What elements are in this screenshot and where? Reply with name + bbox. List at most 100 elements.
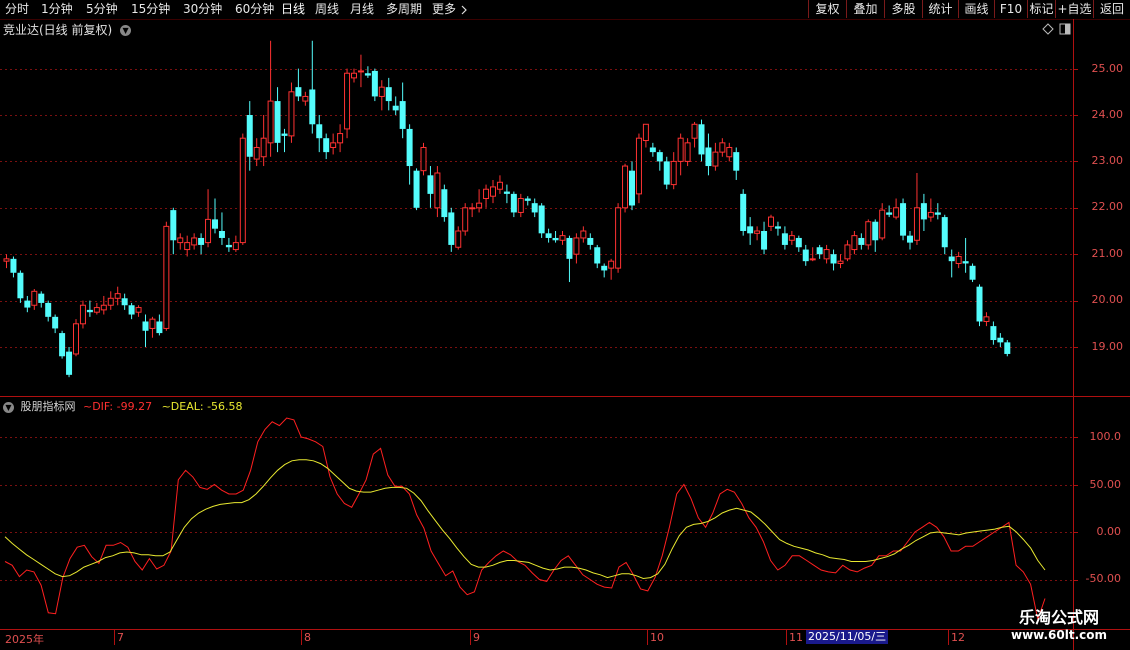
- candle-body-down: [705, 147, 712, 167]
- candle-body-down: [830, 254, 837, 264]
- candle-body-up: [517, 198, 524, 213]
- candle-body-down: [59, 333, 66, 357]
- deal-value: ~DEAL: -56.58: [161, 400, 243, 413]
- candle-body-up: [559, 235, 566, 241]
- indicator-tick: 50.00: [1089, 478, 1122, 491]
- chart-canvas[interactable]: [0, 0, 1130, 650]
- candle-body-down: [524, 198, 531, 201]
- candle-body-up: [302, 95, 309, 102]
- candle-body-down: [441, 189, 448, 218]
- indicator-tick: -50.00: [1085, 572, 1121, 585]
- candle-body-down: [427, 175, 434, 194]
- candle-body-up: [844, 244, 851, 260]
- candle-body-down: [538, 205, 545, 234]
- indicator-gridlines: [0, 437, 1078, 581]
- candle-body-down: [364, 73, 371, 76]
- candle-body-up: [608, 260, 615, 269]
- candle-body-up: [93, 307, 100, 313]
- candle-body-up: [670, 160, 677, 186]
- candle-body-up: [622, 165, 629, 209]
- candle-body-down: [86, 309, 93, 313]
- candle-body-up: [267, 100, 274, 144]
- candle-body-up: [726, 146, 733, 158]
- candle-body-down: [1004, 342, 1011, 354]
- price-tick: 21.00: [1091, 247, 1124, 260]
- date-label-month: 10: [650, 631, 664, 644]
- candle-body-down: [316, 124, 323, 139]
- candle-body-up: [712, 151, 719, 167]
- candle-body-up: [205, 218, 212, 244]
- candle-body-up: [378, 86, 385, 97]
- candle-body-up: [344, 72, 351, 130]
- candle-body-up: [913, 207, 920, 241]
- candle-body-up: [927, 211, 934, 218]
- indicator-title: ▼ 股朋指标网 ~DIF: -99.27 ~DEAL: -56.58: [3, 398, 243, 414]
- candle-body-up: [73, 323, 79, 355]
- candle-body-up: [288, 91, 295, 137]
- watermark: 乐淘公式网 www.60lt.com: [998, 608, 1120, 643]
- date-label-year: 2025年: [5, 633, 44, 646]
- candle-body-down: [281, 133, 288, 136]
- price-tick: 24.00: [1091, 108, 1124, 121]
- candle-body-up: [31, 290, 38, 306]
- candle-body-down: [566, 237, 573, 259]
- panel-toggle-icon[interactable]: [1059, 23, 1071, 35]
- candle-body-down: [795, 237, 802, 248]
- candle-body-up: [455, 230, 462, 248]
- candle-body-down: [976, 286, 983, 322]
- candle-body-up: [330, 142, 337, 148]
- candle-body-up: [239, 137, 246, 244]
- candle-body-down: [246, 115, 253, 157]
- candle-body-down: [198, 237, 205, 245]
- candle-body-up: [149, 318, 156, 329]
- candle-body-down: [969, 265, 976, 280]
- candle-body-down: [531, 203, 538, 213]
- candle-body-up: [865, 221, 872, 246]
- candle-body-down: [781, 233, 788, 245]
- candle-body-up: [496, 181, 503, 190]
- candle-body-down: [816, 247, 823, 255]
- chevron-down-icon[interactable]: ▼: [120, 25, 132, 36]
- candle-body-down: [858, 237, 865, 245]
- candle-body-up: [260, 137, 267, 158]
- chevron-down-icon[interactable]: ▼: [3, 401, 14, 413]
- candle-body-down: [399, 101, 406, 129]
- candle-body-down: [900, 203, 907, 236]
- candle-body-down: [990, 326, 997, 341]
- candle-body-down: [997, 337, 1004, 343]
- candle-body-down: [663, 161, 670, 185]
- candle-body-up: [163, 225, 170, 329]
- candle-body-down: [733, 152, 740, 171]
- candle-body-up: [114, 293, 121, 299]
- candle-body-down: [392, 105, 399, 111]
- indicator-lines: [4, 417, 1046, 622]
- date-label-month: 8: [304, 631, 311, 644]
- date-label-month: 7: [117, 631, 124, 644]
- candle-body-down: [545, 233, 552, 238]
- diamond-icon[interactable]: [1042, 23, 1054, 35]
- candle-body-up: [184, 242, 191, 251]
- candle-body-down: [142, 321, 149, 331]
- candle-body-up: [232, 242, 239, 251]
- candle-body-up: [573, 237, 580, 255]
- candle-body-up: [177, 237, 184, 244]
- candle-body-up: [893, 207, 900, 218]
- candle-body-down: [385, 87, 392, 102]
- candle-body-down: [649, 147, 656, 153]
- date-cursor-label: 2025/11/05/三: [806, 630, 889, 644]
- price-tick: 19.00: [1091, 340, 1124, 353]
- candle-body-up: [837, 260, 844, 264]
- candle-body-down: [594, 247, 601, 264]
- candle-body-down: [274, 101, 281, 143]
- indicator-tick: 100.0: [1089, 430, 1122, 443]
- candle-body-down: [212, 219, 218, 229]
- candle-body-up: [851, 235, 858, 251]
- candle-body-up: [253, 146, 260, 160]
- candle-body-down: [295, 87, 302, 97]
- date-label-month: 12: [951, 631, 965, 644]
- candle-body-up: [337, 133, 344, 144]
- candle-body-down: [907, 235, 913, 243]
- candle-body-down: [503, 191, 510, 194]
- candle-body-down: [413, 170, 420, 208]
- candle-body-down: [962, 261, 969, 264]
